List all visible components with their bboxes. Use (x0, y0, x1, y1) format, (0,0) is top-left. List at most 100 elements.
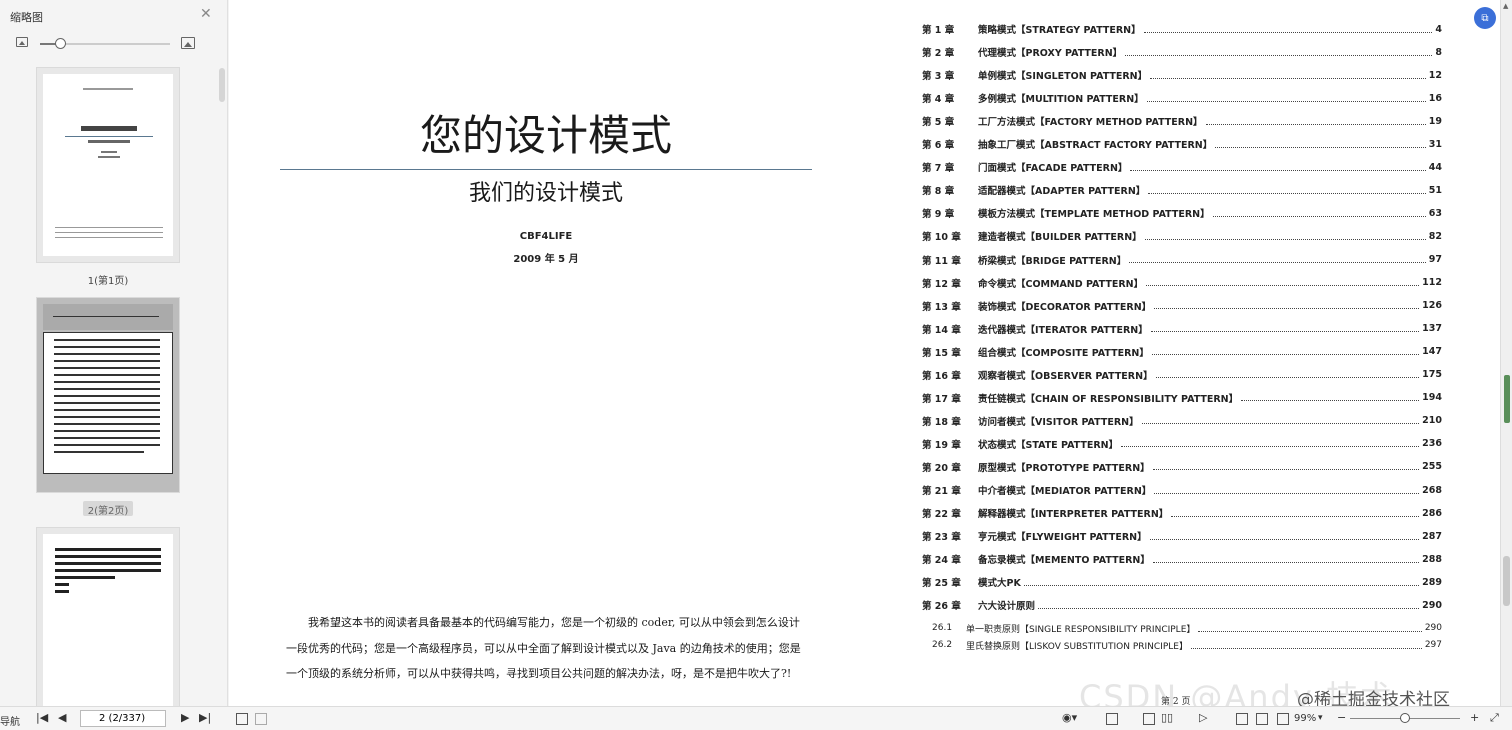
eye-protection-icon[interactable]: ◉▾ (1062, 711, 1077, 724)
large-image-icon[interactable] (181, 37, 195, 49)
toc-title: 观察者模式【OBSERVER PATTERN】 (978, 370, 1153, 382)
toc-entry[interactable]: 第 21 章 中介者模式【MEDIATOR PATTERN】 268 (922, 482, 1442, 498)
toc-entry[interactable]: 第 19 章 状态模式【STATE PATTERN】 236 (922, 436, 1442, 452)
continuous-page-icon[interactable] (1143, 713, 1155, 725)
toc-entry[interactable]: 第 11 章 桥梁模式【BRIDGE PATTERN】 97 (922, 252, 1442, 268)
toc-entry[interactable]: 第 4 章 多例模式【MULTITION PATTERN】 16 (922, 90, 1442, 106)
thumbnail-page-3[interactable] (36, 527, 180, 706)
toc-title: 模板方法模式【TEMPLATE METHOD PATTERN】 (978, 209, 1210, 221)
toc-chapter: 第 7 章 (922, 163, 955, 175)
toc-page: 63 (1428, 207, 1442, 219)
toc-subentry[interactable]: 26.2 里氏替换原则【LISKOV SUBSTITUTION PRINCIPLE… (922, 637, 1442, 653)
toc-entry[interactable]: 第 12 章 命令模式【COMMAND PATTERN】 112 (922, 275, 1442, 291)
thumbnail-page-content (43, 534, 173, 706)
toc-page: 19 (1428, 115, 1442, 127)
page-number-input[interactable] (80, 710, 166, 727)
thumbnail-page-2[interactable] (36, 297, 180, 493)
toc-leader (1121, 440, 1420, 448)
zoom-in-icon[interactable]: + (1470, 711, 1479, 724)
last-page-icon[interactable]: ▶| (199, 711, 211, 724)
toc-entry[interactable]: 第 23 章 亨元模式【FLYWEIGHT PATTERN】 287 (922, 528, 1442, 544)
toc-title: 代理模式【PROXY PATTERN】 (978, 48, 1123, 60)
toc-page: 289 (1422, 576, 1442, 588)
toc-title: 访问者模式【VISITOR PATTERN】 (978, 416, 1139, 428)
toc-leader (1129, 256, 1426, 263)
toc-page: 286 (1422, 507, 1442, 519)
first-page-icon[interactable]: |◀ (36, 711, 48, 724)
toc-entry[interactable]: 第 15 章 组合模式【COMPOSITE PATTERN】 147 (922, 344, 1442, 360)
vertical-scrollbar[interactable]: ▲ (1500, 0, 1512, 706)
thumbnail-page-1[interactable] (36, 67, 180, 263)
zoom-slider-knob[interactable] (1400, 713, 1410, 723)
toc-title: 策略模式【STRATEGY PATTERN】 (978, 25, 1141, 36)
toc-entry[interactable]: 第 2 章 代理模式【PROXY PATTERN】 8 (922, 44, 1442, 60)
zoom-slider[interactable] (1350, 713, 1460, 723)
toc-entry[interactable]: 第 25 章 模式大PK 289 (922, 574, 1442, 590)
zoom-level[interactable]: 99% (1294, 713, 1316, 724)
sidebar-scrollbar[interactable] (219, 68, 225, 102)
toc-entry[interactable]: 第 14 章 迭代器模式【ITERATOR PATTERN】 137 (922, 321, 1442, 337)
toc-page: 290 (1422, 599, 1442, 611)
toc-title: 抽象工厂模式【ABSTRACT FACTORY PATTERN】 (978, 140, 1213, 152)
actual-size-icon[interactable] (1277, 713, 1289, 725)
toc-page: 97 (1428, 254, 1442, 265)
toc-entry[interactable]: 第 6 章 抽象工厂模式【ABSTRACT FACTORY PATTERN】 31 (922, 136, 1442, 152)
cover-author: CBF4LIFE (519, 231, 573, 242)
toc-entry[interactable]: 第 8 章 适配器模式【ADAPTER PATTERN】 51 (922, 182, 1442, 198)
toc-entry[interactable]: 第 9 章 模板方法模式【TEMPLATE METHOD PATTERN】 63 (922, 205, 1442, 221)
toc-entry[interactable]: 第 7 章 门面模式【FACADE PATTERN】 44 (922, 159, 1442, 175)
forward-icon[interactable] (255, 713, 267, 725)
translate-icon[interactable]: ⧉ (1474, 7, 1496, 29)
toc-page: 194 (1422, 392, 1442, 404)
toc-chapter: 第 2 章 (922, 48, 955, 60)
toc-leader (1146, 95, 1426, 102)
slider-knob[interactable] (54, 38, 66, 49)
toc-entry[interactable]: 第 17 章 责任链模式【CHAIN OF RESPONSIBILITY PATT… (922, 390, 1442, 406)
toc-entry[interactable]: 第 16 章 观察者模式【OBSERVER PATTERN】 175 (922, 367, 1442, 383)
back-icon[interactable] (236, 713, 248, 725)
toc-title: 组合模式【COMPOSITE PATTERN】 (978, 347, 1149, 359)
toc-entry[interactable]: 第 20 章 原型模式【PROTOTYPE PATTERN】 255 (922, 459, 1442, 475)
fullscreen-icon[interactable]: ⤢ (1490, 711, 1499, 725)
toc-entry[interactable]: 第 22 章 解释器模式【INTERPRETER PATTERN】 286 (922, 505, 1442, 521)
toc-chapter: 第 3 章 (922, 71, 955, 83)
document-view[interactable]: 您的设计模式 我们的设计模式 CBF4LIFE 2009 年 5 月 我希望这本… (229, 0, 1500, 716)
small-image-icon[interactable] (16, 37, 28, 47)
toc-leader (1149, 533, 1420, 540)
fit-width-icon[interactable] (1256, 713, 1268, 725)
toc-page: 4 (1435, 23, 1442, 35)
intro-line: 我希望这本书的阅读者具备最基本的代码编写能力，您是一个初级的 coder, 可以… (308, 616, 800, 629)
toc-entry[interactable]: 第 10 章 建造者模式【BUILDER PATTERN】 82 (922, 228, 1442, 244)
toc-entry[interactable]: 第 26 章 六大设计原则 290 (922, 597, 1442, 613)
prev-page-icon[interactable]: ◀ (58, 711, 66, 724)
toc-title: 中介者模式【MEDIATOR PATTERN】 (978, 486, 1152, 497)
toc-entry[interactable]: 第 3 章 单例模式【SINGLETON PATTERN】 12 (922, 67, 1442, 83)
toc-leader (1141, 417, 1420, 425)
toc-subchapter: 26.2 (932, 640, 953, 650)
toc-leader (1171, 510, 1420, 517)
toc-entry[interactable]: 第 1 章 策略模式【STRATEGY PATTERN】 4 (922, 21, 1442, 37)
toc-subentry[interactable]: 26.1 单一职责原则【SINGLE RESPONSIBILITY PRINCIP… (922, 620, 1442, 636)
play-icon[interactable]: ▷ (1199, 711, 1207, 724)
toc-entry[interactable]: 第 18 章 访问者模式【VISITOR PATTERN】 210 (922, 413, 1442, 429)
next-page-icon[interactable]: ▶ (181, 711, 189, 724)
zoom-out-icon[interactable]: − (1337, 711, 1346, 724)
thumbnail-page-content (43, 332, 173, 474)
scroll-up-arrow-icon[interactable]: ▲ (1503, 2, 1508, 10)
toc-title: 适配器模式【ADAPTER PATTERN】 (978, 186, 1146, 198)
toc-page: 82 (1428, 230, 1442, 242)
close-icon[interactable]: ✕ (200, 6, 212, 22)
toc-page: 137 (1422, 323, 1442, 335)
single-page-icon[interactable] (1106, 713, 1118, 725)
toc-subpage: 290 (1424, 623, 1442, 633)
toc-entry[interactable]: 第 5 章 工厂方法模式【FACTORY METHOD PATTERN】 19 (922, 113, 1442, 129)
side-panel-tab[interactable] (1504, 375, 1510, 423)
toc-page: 112 (1422, 277, 1442, 289)
zoom-dropdown-icon[interactable]: ▾ (1318, 713, 1323, 723)
toc-entry[interactable]: 第 13 章 装饰模式【DECORATOR PATTERN】 126 (922, 298, 1442, 314)
scrollbar-thumb[interactable] (1503, 556, 1510, 606)
fit-page-icon[interactable] (1236, 713, 1248, 725)
two-page-icon[interactable]: ▯▯ (1161, 711, 1173, 724)
thumbnail-size-slider[interactable] (40, 38, 170, 49)
toc-entry[interactable]: 第 24 章 备忘录模式【MEMENTO PATTERN】 288 (922, 551, 1442, 567)
